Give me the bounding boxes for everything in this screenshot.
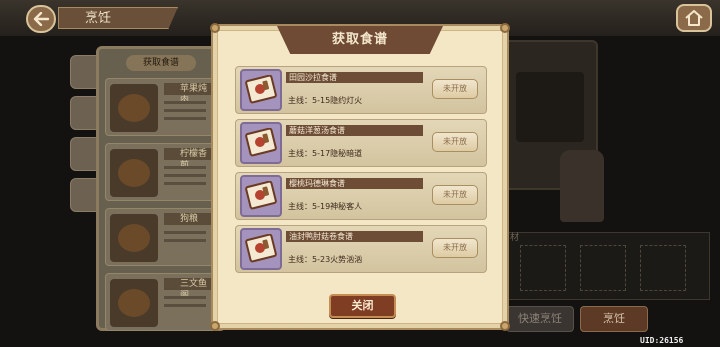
dialog-title: 获取食谱 <box>277 26 443 54</box>
corner-ornament <box>210 321 220 331</box>
recipe-book-icon <box>240 69 282 111</box>
recipe-book-icon <box>240 122 282 164</box>
recipe-name: 蘑菇洋葱汤食谱 <box>286 125 423 136</box>
back-arrow-icon <box>33 12 49 26</box>
page-title: 烹饪 <box>58 7 178 29</box>
dish-name: 柠檬香煎 <box>164 148 212 171</box>
recipe-list: 田园沙拉食谱 主线：5-15隐约灯火 未开放 蘑菇洋葱汤食谱 主线：5-17隐秘… <box>235 66 487 278</box>
recipe-row: 油封鸭肘菇卷食谱 主线：5-23火势汹汹 未开放 <box>235 225 487 273</box>
home-button[interactable] <box>676 4 712 32</box>
quick-cook-button[interactable]: 快速烹饪 <box>506 306 574 332</box>
recipe-status-button[interactable]: 未开放 <box>432 132 478 152</box>
recipe-quest: 主线：5-19神秘客人 <box>288 202 363 211</box>
dish-image <box>110 149 158 197</box>
recipe-quest: 主线：5-15隐约灯火 <box>288 96 363 105</box>
cook-button[interactable]: 烹饪 <box>580 306 648 332</box>
corner-ornament <box>500 321 510 331</box>
list-item[interactable]: 柠檬香煎 <box>105 143 217 201</box>
list-item[interactable]: 三文鱼阁 <box>105 273 217 331</box>
recipe-name: 油封鸭肘菇卷食谱 <box>286 231 423 242</box>
close-button[interactable]: 关闭 <box>329 294 396 318</box>
dish-name: 苹果炖肉 <box>164 83 212 106</box>
material-slot[interactable] <box>520 245 566 291</box>
kettle <box>560 150 604 222</box>
recipe-list-panel: 获取食谱 苹果炖肉 柠檬香煎 狗粮 三文鱼阁 <box>96 46 226 331</box>
recipe-row: 田园沙拉食谱 主线：5-15隐约灯火 未开放 <box>235 66 487 114</box>
recipe-row: 蘑菇洋葱汤食谱 主线：5-17隐秘暗道 未开放 <box>235 119 487 167</box>
dish-image <box>110 279 158 327</box>
home-icon <box>685 10 703 26</box>
recipe-book-icon <box>240 228 282 270</box>
uid-label: UID:26156 <box>640 336 684 345</box>
back-button[interactable] <box>26 5 56 33</box>
recipe-status-button[interactable]: 未开放 <box>432 185 478 205</box>
recipe-name: 田园沙拉食谱 <box>286 72 423 83</box>
material-label: 材 <box>510 233 520 243</box>
corner-ornament <box>210 23 220 33</box>
panel-header: 获取食谱 <box>126 55 196 71</box>
dish-name: 狗粮 <box>164 213 212 225</box>
list-item[interactable]: 狗粮 <box>105 208 217 266</box>
corner-ornament <box>500 23 510 33</box>
get-recipe-dialog: 获取食谱 田园沙拉食谱 主线：5-15隐约灯火 未开放 蘑菇洋葱汤食谱 主线：5… <box>210 23 510 331</box>
material-slot[interactable] <box>640 245 686 291</box>
recipe-book-icon <box>240 175 282 217</box>
material-slot[interactable] <box>580 245 626 291</box>
recipe-quest: 主线：5-17隐秘暗道 <box>288 149 363 158</box>
list-item[interactable]: 苹果炖肉 <box>105 78 217 136</box>
recipe-status-button[interactable]: 未开放 <box>432 79 478 99</box>
dish-image <box>110 214 158 262</box>
dish-name: 三文鱼阁 <box>164 278 212 301</box>
dish-image <box>110 84 158 132</box>
recipe-status-button[interactable]: 未开放 <box>432 238 478 258</box>
recipe-quest: 主线：5-23火势汹汹 <box>288 255 363 264</box>
recipe-name: 樱桃玛德琳食谱 <box>286 178 423 189</box>
recipe-row: 樱桃玛德琳食谱 主线：5-19神秘客人 未开放 <box>235 172 487 220</box>
